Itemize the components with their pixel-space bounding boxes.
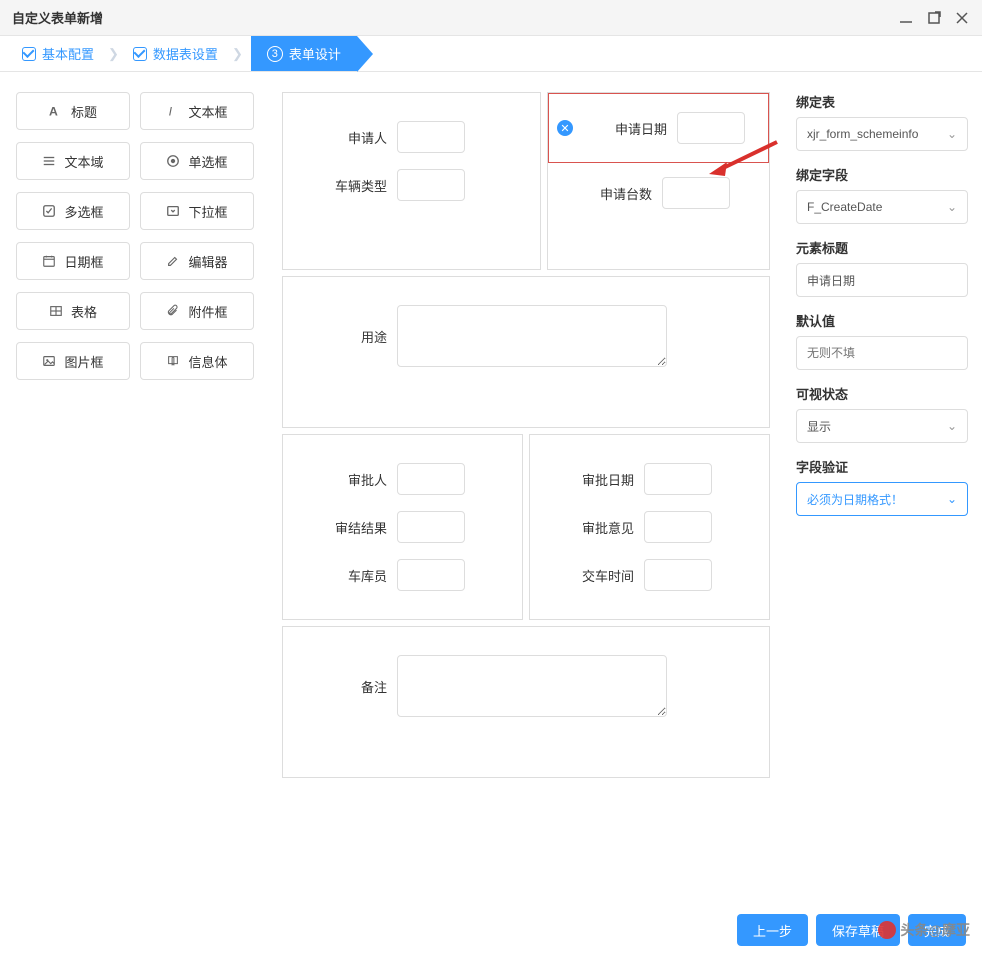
field-approve-date[interactable]: 审批日期 [548, 463, 751, 495]
palette-title[interactable]: A标题 [16, 92, 130, 130]
step-form-design[interactable]: 3表单设计 [251, 36, 357, 71]
field-validate-select[interactable]: 必须为日期格式！⌄ [796, 482, 968, 516]
field-apply-date[interactable]: 申请日期 [559, 112, 758, 144]
window-title: 自定义表单新增 [12, 8, 103, 27]
approve-date-input[interactable] [644, 463, 712, 495]
deliver-time-input[interactable] [644, 559, 712, 591]
checkbox-icon [42, 204, 56, 218]
chevron-right-icon: ❯ [108, 46, 119, 62]
chevron-down-icon: ⌄ [947, 419, 957, 433]
field-apply-count[interactable]: 申请台数 [548, 177, 769, 209]
palette-textbox[interactable]: I文本框 [140, 92, 254, 130]
selected-field-cell[interactable]: ✕ 申请日期 [548, 93, 769, 163]
chevron-right-icon: ❯ [232, 46, 243, 62]
maximize-icon[interactable] [926, 10, 942, 26]
svg-text:A: A [49, 104, 58, 118]
form-block[interactable]: 申请人 车辆类型 [282, 92, 541, 270]
bind-field-label: 绑定字段 [796, 165, 968, 184]
form-block[interactable]: 用途 [282, 276, 770, 428]
garage-staff-input[interactable] [397, 559, 465, 591]
step-basic-config[interactable]: 基本配置 [16, 44, 100, 63]
field-deliver-time[interactable]: 交车时间 [548, 559, 751, 591]
form-canvas: 申请人 车辆类型 ✕ 申请日期 申请台数 用途 审批人 审结结果 车库员 [270, 72, 782, 904]
form-block[interactable]: 审批人 审结结果 车库员 [282, 434, 523, 620]
palette-image[interactable]: 图片框 [16, 342, 130, 380]
default-value-label: 默认值 [796, 311, 968, 330]
palette-checkbox[interactable]: 多选框 [16, 192, 130, 230]
palette-select[interactable]: 下拉框 [140, 192, 254, 230]
palette-attachment[interactable]: 附件框 [140, 292, 254, 330]
apply-date-input[interactable] [677, 112, 745, 144]
window-controls [898, 10, 970, 26]
vehicle-type-input[interactable] [397, 169, 465, 201]
close-icon[interactable] [954, 10, 970, 26]
visible-state-select[interactable]: 显示⌄ [796, 409, 968, 443]
field-purpose[interactable]: 用途 [301, 305, 751, 367]
check-icon [133, 47, 147, 61]
purpose-textarea[interactable] [397, 305, 667, 367]
field-validate-label: 字段验证 [796, 457, 968, 476]
delete-field-icon[interactable]: ✕ [557, 120, 573, 136]
book-icon [166, 354, 180, 368]
palette-infobody[interactable]: 信息体 [140, 342, 254, 380]
step-wizard: 基本配置 ❯ 数据表设置 ❯ 3表单设计 [0, 36, 982, 72]
image-icon [42, 354, 56, 368]
form-block[interactable]: 审批日期 审批意见 交车时间 [529, 434, 770, 620]
check-icon [22, 47, 36, 61]
palette-radio[interactable]: 单选框 [140, 142, 254, 180]
palette-date[interactable]: 日期框 [16, 242, 130, 280]
paperclip-icon [166, 304, 180, 318]
approve-result-input[interactable] [397, 511, 465, 543]
lines-icon [42, 154, 56, 168]
applicant-input[interactable] [397, 121, 465, 153]
bind-table-label: 绑定表 [796, 92, 968, 111]
title-bar: 自定义表单新增 [0, 0, 982, 36]
component-palette: A标题 I文本框 文本域 单选框 多选框 下拉框 日期框 编辑器 表格 附件框 … [0, 72, 270, 904]
remark-textarea[interactable] [397, 655, 667, 717]
svg-text:I: I [169, 104, 173, 118]
table-icon [49, 304, 63, 318]
prev-button[interactable]: 上一步 [737, 914, 808, 946]
italic-icon: I [166, 104, 180, 118]
minimize-icon[interactable] [898, 10, 914, 26]
palette-table[interactable]: 表格 [16, 292, 130, 330]
field-approve-comment[interactable]: 审批意见 [548, 511, 751, 543]
calendar-icon [42, 254, 56, 268]
form-block[interactable]: 备注 [282, 626, 770, 778]
footer-actions: 上一步 保存草稿 完成 [0, 904, 982, 956]
chevron-down-icon: ⌄ [947, 492, 957, 506]
field-garage-staff[interactable]: 车库员 [301, 559, 504, 591]
visible-state-label: 可视状态 [796, 384, 968, 403]
save-draft-button[interactable]: 保存草稿 [816, 914, 900, 946]
font-icon: A [49, 104, 63, 118]
radio-icon [166, 154, 180, 168]
approve-comment-input[interactable] [644, 511, 712, 543]
chevron-down-icon: ⌄ [947, 200, 957, 214]
done-button[interactable]: 完成 [908, 914, 966, 946]
properties-panel: 绑定表 xjr_form_schemeinfo⌄ 绑定字段 F_CreateDa… [782, 72, 982, 904]
element-title-input[interactable] [807, 273, 957, 287]
step-number: 3 [267, 46, 283, 62]
bind-table-select[interactable]: xjr_form_schemeinfo⌄ [796, 117, 968, 151]
field-approver[interactable]: 审批人 [301, 463, 504, 495]
element-title-label: 元素标题 [796, 238, 968, 257]
step-data-table[interactable]: 数据表设置 [127, 44, 224, 63]
palette-editor[interactable]: 编辑器 [140, 242, 254, 280]
pencil-icon [166, 254, 180, 268]
field-approve-result[interactable]: 审结结果 [301, 511, 504, 543]
field-vehicle-type[interactable]: 车辆类型 [301, 169, 522, 201]
approver-input[interactable] [397, 463, 465, 495]
field-applicant[interactable]: 申请人 [301, 121, 522, 153]
form-block[interactable]: ✕ 申请日期 申请台数 [547, 92, 770, 270]
apply-count-input[interactable] [662, 177, 730, 209]
bind-field-select[interactable]: F_CreateDate⌄ [796, 190, 968, 224]
palette-textarea[interactable]: 文本域 [16, 142, 130, 180]
default-value-input[interactable] [807, 346, 957, 360]
field-remark[interactable]: 备注 [301, 655, 751, 717]
dropdown-icon [166, 204, 180, 218]
chevron-down-icon: ⌄ [947, 127, 957, 141]
